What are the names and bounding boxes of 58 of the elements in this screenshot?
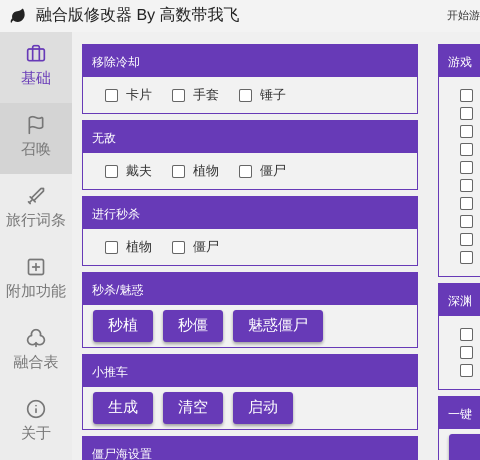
checkbox[interactable] (105, 240, 118, 254)
header-action[interactable]: 开始游 (447, 8, 480, 24)
action-button[interactable]: 清空 (163, 392, 223, 424)
checkbox[interactable] (460, 364, 473, 377)
panel-title: 秒杀/魅惑 (92, 282, 144, 299)
sidebar-tab[interactable]: 融合表 (0, 316, 72, 387)
sword-icon (26, 186, 46, 206)
sidebar-tab[interactable]: 附加功能 (0, 245, 72, 316)
checkbox-label: 锤子 (260, 86, 286, 104)
checkbox[interactable] (239, 164, 252, 178)
sidebar-tab[interactable]: 基础 (0, 32, 72, 103)
checkbox[interactable] (460, 89, 473, 102)
info-icon (26, 399, 46, 420)
club-icon (26, 328, 46, 348)
action-button[interactable]: 启动 (233, 392, 293, 424)
action-button[interactable]: 秒僵 (163, 310, 223, 342)
checkbox[interactable] (172, 88, 185, 102)
panel-title: 移除冷却 (92, 54, 140, 71)
checkbox[interactable] (239, 88, 252, 102)
checkbox[interactable] (460, 125, 473, 138)
panel-title: 游戏 (448, 54, 472, 71)
panel-title: 深渊 (448, 293, 472, 310)
checkbox[interactable] (460, 179, 473, 192)
sidebar-tab[interactable]: 关于 (0, 387, 72, 458)
checkbox[interactable] (460, 107, 473, 120)
checkbox-label: 植物 (193, 162, 219, 180)
flag-icon (26, 115, 46, 136)
checkbox-label: 戴夫 (126, 162, 152, 180)
panel-title: 一键 (448, 406, 472, 423)
action-button[interactable]: 生成 (93, 392, 153, 424)
checkbox[interactable] (105, 88, 118, 102)
checkbox[interactable] (460, 251, 473, 264)
panel-title: 小推车 (92, 364, 128, 381)
checkbox-label: 手套 (193, 86, 219, 104)
action-button[interactable]: 魅惑僵尸 (233, 310, 323, 342)
panel-title: 僵尸海设置 (92, 446, 152, 460)
checkbox[interactable] (172, 164, 185, 178)
briefcase-icon (26, 44, 46, 64)
panel-title: 进行秒杀 (92, 206, 140, 223)
sidebar-tab[interactable]: 旅行词条 (0, 174, 72, 245)
checkbox[interactable] (460, 161, 473, 174)
checkbox-label: 植物 (126, 238, 152, 256)
checkbox[interactable] (105, 164, 118, 178)
add-box-icon (26, 257, 46, 278)
checkbox[interactable] (460, 346, 473, 359)
checkbox[interactable] (460, 328, 473, 341)
checkbox-label: 僵尸 (260, 162, 286, 180)
window-title: 融合版修改器 By 高数带我飞 (36, 6, 240, 26)
panel-title: 无敌 (92, 130, 116, 147)
checkbox-label: 卡片 (126, 86, 152, 104)
checkbox[interactable] (460, 233, 473, 246)
checkbox[interactable] (460, 215, 473, 228)
checkbox[interactable] (172, 240, 185, 254)
checkbox[interactable] (460, 197, 473, 210)
action-button[interactable]: 秒植 (93, 310, 153, 342)
checkbox[interactable] (460, 143, 473, 156)
leaf-icon (10, 8, 26, 24)
checkbox-label: 僵尸 (193, 238, 219, 256)
